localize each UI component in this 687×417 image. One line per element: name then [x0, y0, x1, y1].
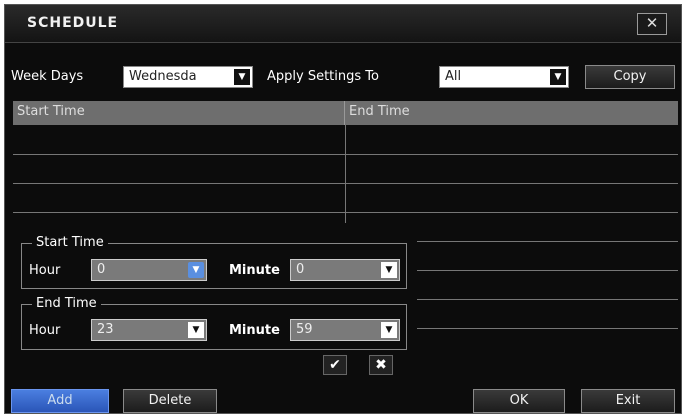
table-row[interactable]: [417, 328, 678, 329]
table-row[interactable]: [417, 270, 678, 271]
check-icon: ✔: [329, 357, 341, 373]
chevron-down-icon: ▼: [234, 69, 250, 85]
chevron-down-icon: ▼: [381, 322, 397, 338]
table-row[interactable]: [13, 212, 678, 213]
start-hour-value: 0: [97, 262, 106, 277]
confirm-button[interactable]: ✔: [323, 355, 347, 375]
cancel-button[interactable]: ✖: [369, 355, 393, 375]
start-minute-select[interactable]: 0 ▼: [290, 259, 400, 281]
add-button[interactable]: Add: [11, 389, 109, 413]
exit-button[interactable]: Exit: [581, 389, 675, 413]
week-days-label: Week Days: [11, 69, 84, 84]
start-minute-value: 0: [296, 262, 305, 277]
chevron-down-icon: ▼: [381, 262, 397, 278]
start-minute-label: Minute: [229, 263, 280, 278]
week-days-value: Wednesda: [129, 69, 197, 84]
delete-button[interactable]: Delete: [123, 389, 217, 413]
end-minute-label: Minute: [229, 323, 280, 338]
apply-settings-value: All: [445, 69, 462, 84]
end-time-legend: End Time: [32, 296, 101, 311]
apply-settings-select[interactable]: All ▼: [439, 66, 569, 88]
table-row[interactable]: [13, 154, 678, 155]
copy-button[interactable]: Copy: [585, 65, 675, 89]
ok-button[interactable]: OK: [473, 389, 565, 413]
dialog-title: SCHEDULE: [27, 15, 119, 31]
end-hour-label: Hour: [29, 323, 61, 338]
week-days-select[interactable]: Wednesda ▼: [123, 66, 253, 88]
start-hour-spinner[interactable]: 0 ▼: [91, 259, 207, 281]
x-icon: ✖: [375, 357, 387, 373]
close-icon: ✕: [645, 14, 659, 32]
start-time-legend: Start Time: [32, 235, 108, 250]
schedule-table: Start Time End Time: [13, 101, 678, 331]
schedule-dialog: SCHEDULE ✕ Week Days Wednesda ▼ Apply Se…: [4, 4, 682, 414]
table-row[interactable]: [417, 241, 678, 242]
spinner-icon: ▼: [188, 262, 204, 278]
table-row[interactable]: [417, 299, 678, 300]
close-button[interactable]: ✕: [637, 13, 667, 35]
chevron-down-icon: ▼: [188, 322, 204, 338]
apply-settings-label: Apply Settings To: [267, 69, 379, 84]
end-hour-value: 23: [97, 322, 114, 337]
table-row[interactable]: [13, 183, 678, 184]
end-minute-value: 59: [296, 322, 313, 337]
column-header-start: Start Time: [13, 101, 345, 125]
end-minute-select[interactable]: 59 ▼: [290, 319, 400, 341]
start-hour-label: Hour: [29, 263, 61, 278]
column-divider: [345, 125, 346, 223]
column-header-end: End Time: [345, 101, 678, 125]
end-hour-select[interactable]: 23 ▼: [91, 319, 207, 341]
chevron-down-icon: ▼: [550, 69, 566, 85]
title-bar: SCHEDULE ✕: [5, 5, 681, 43]
